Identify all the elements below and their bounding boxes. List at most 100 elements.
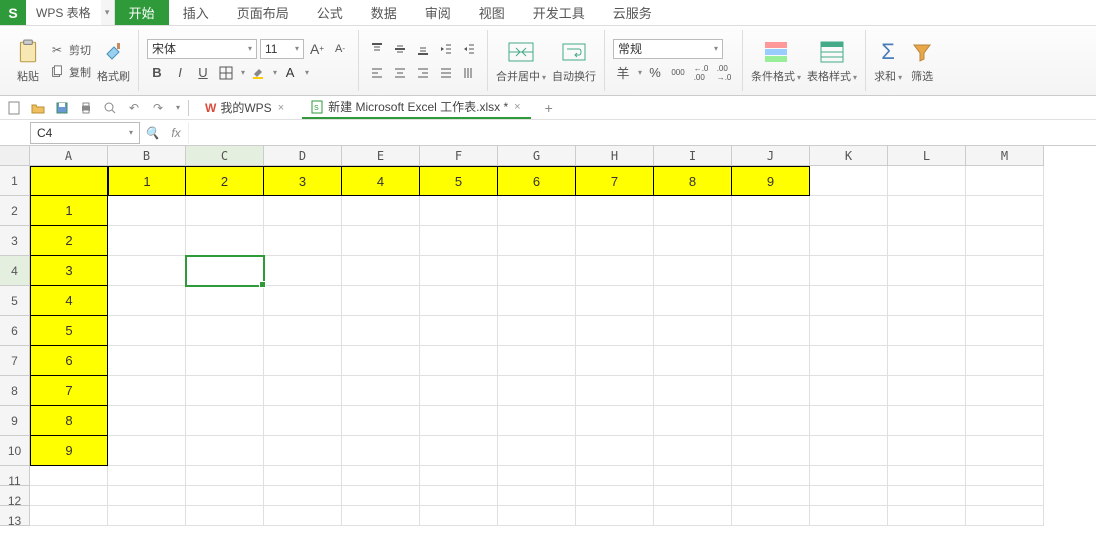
cell[interactable]	[264, 406, 342, 436]
align-center-button[interactable]	[390, 63, 410, 83]
cell[interactable]	[732, 346, 810, 376]
merge-center-button[interactable]: 合并居中▾	[496, 38, 546, 84]
cell[interactable]	[966, 316, 1044, 346]
cell[interactable]	[264, 196, 342, 226]
cell[interactable]	[966, 376, 1044, 406]
row-header[interactable]: 13	[0, 506, 30, 526]
cell[interactable]	[264, 506, 342, 526]
cell[interactable]	[732, 256, 810, 286]
qat-dropdown[interactable]: ▾	[176, 103, 180, 112]
cell[interactable]: 8	[30, 406, 108, 436]
chevron-down-icon[interactable]: ▾	[241, 68, 245, 77]
cell[interactable]: 9	[30, 436, 108, 466]
copy-button[interactable]: 复制	[48, 63, 91, 81]
border-button[interactable]	[216, 63, 236, 83]
select-all-corner[interactable]	[0, 146, 30, 166]
cell[interactable]	[732, 436, 810, 466]
cell[interactable]	[576, 466, 654, 486]
cell[interactable]	[498, 226, 576, 256]
cell[interactable]	[108, 286, 186, 316]
row-header[interactable]: 10	[0, 436, 30, 466]
cell[interactable]	[576, 436, 654, 466]
redo-icon[interactable]: ↷	[150, 100, 166, 116]
column-header[interactable]: M	[966, 146, 1044, 166]
cell[interactable]	[966, 286, 1044, 316]
decrease-indent-button[interactable]	[436, 39, 456, 59]
decrease-decimal-button[interactable]: .00→.0	[714, 63, 734, 83]
cell[interactable]	[888, 376, 966, 406]
cell[interactable]	[576, 286, 654, 316]
cell[interactable]	[732, 466, 810, 486]
format-painter-button[interactable]: 格式刷	[97, 38, 130, 84]
cell[interactable]: 1	[30, 196, 108, 226]
cell[interactable]	[498, 316, 576, 346]
row-header[interactable]: 4	[0, 256, 30, 286]
align-justify-button[interactable]	[436, 63, 456, 83]
cell[interactable]	[888, 316, 966, 346]
chevron-down-icon[interactable]: ▾	[305, 68, 309, 77]
cell[interactable]	[888, 256, 966, 286]
row-header[interactable]: 5	[0, 286, 30, 316]
cell[interactable]	[420, 316, 498, 346]
cell[interactable]	[108, 256, 186, 286]
cell[interactable]: 5	[420, 166, 498, 196]
paste-button[interactable]: 粘贴	[14, 38, 42, 84]
cell[interactable]	[654, 406, 732, 436]
cell[interactable]	[186, 436, 264, 466]
cell[interactable]	[342, 196, 420, 226]
cell[interactable]	[108, 466, 186, 486]
cell[interactable]	[966, 196, 1044, 226]
formula-input[interactable]	[188, 122, 1096, 144]
align-middle-button[interactable]	[390, 39, 410, 59]
cell[interactable]	[186, 506, 264, 526]
row-header[interactable]: 2	[0, 196, 30, 226]
doc-tab-home[interactable]: W 我的WPS ×	[197, 97, 294, 119]
tab-review[interactable]: 审阅	[411, 0, 465, 25]
cell[interactable]	[186, 196, 264, 226]
cell[interactable]	[966, 506, 1044, 526]
increase-font-button[interactable]: A+	[307, 39, 327, 59]
orientation-button[interactable]	[459, 63, 479, 83]
column-header[interactable]: L	[888, 146, 966, 166]
cell[interactable]	[498, 346, 576, 376]
cell[interactable]: 3	[264, 166, 342, 196]
font-color-button[interactable]: A	[280, 63, 300, 83]
cell[interactable]	[498, 436, 576, 466]
cell[interactable]	[186, 346, 264, 376]
print-preview-icon[interactable]	[102, 100, 118, 116]
cell[interactable]	[888, 166, 966, 196]
cell[interactable]	[810, 436, 888, 466]
cell[interactable]: 4	[342, 166, 420, 196]
percent-button[interactable]: %	[645, 63, 665, 83]
cell[interactable]	[30, 486, 108, 506]
cell[interactable]	[342, 506, 420, 526]
cell[interactable]	[888, 436, 966, 466]
chevron-down-icon[interactable]: ▾	[273, 68, 277, 77]
cell[interactable]	[186, 466, 264, 486]
italic-button[interactable]: I	[170, 63, 190, 83]
cell[interactable]	[186, 286, 264, 316]
cell[interactable]	[810, 256, 888, 286]
chevron-down-icon[interactable]: ▾	[638, 68, 642, 77]
cell[interactable]	[576, 346, 654, 376]
cell[interactable]	[966, 226, 1044, 256]
row-header[interactable]: 1	[0, 166, 30, 196]
doc-tab-file[interactable]: S 新建 Microsoft Excel 工作表.xlsx * ×	[302, 97, 530, 119]
save-icon[interactable]	[54, 100, 70, 116]
cell[interactable]	[498, 256, 576, 286]
cell[interactable]	[576, 226, 654, 256]
increase-indent-button[interactable]	[459, 39, 479, 59]
cell[interactable]	[108, 196, 186, 226]
tab-cloud[interactable]: 云服务	[599, 0, 666, 25]
currency-button[interactable]: 羊	[613, 63, 633, 83]
number-format-select[interactable]: 常规▾	[613, 39, 723, 59]
undo-icon[interactable]: ↶	[126, 100, 142, 116]
cell[interactable]	[888, 466, 966, 486]
cell[interactable]	[498, 466, 576, 486]
cell[interactable]: 2	[186, 166, 264, 196]
cell[interactable]	[498, 406, 576, 436]
align-right-button[interactable]	[413, 63, 433, 83]
cell[interactable]	[498, 286, 576, 316]
cell[interactable]	[966, 346, 1044, 376]
cell[interactable]	[576, 316, 654, 346]
